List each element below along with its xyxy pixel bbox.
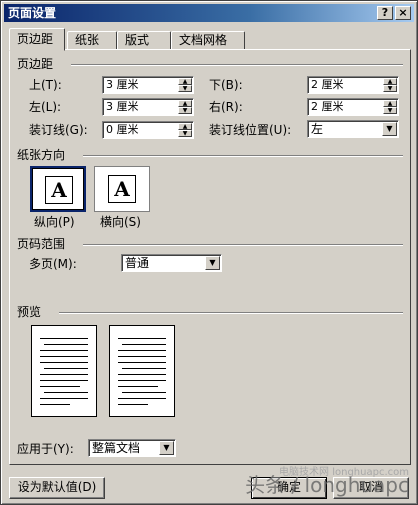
left-margin-input[interactable]: 3 厘米 ▲ ▼	[102, 98, 194, 116]
right-margin-input[interactable]: 2 厘米 ▲ ▼	[307, 98, 399, 116]
spin-up-icon[interactable]: ▲	[383, 78, 397, 85]
window-title: 页面设置	[8, 6, 57, 20]
spin-up-icon[interactable]: ▲	[178, 78, 192, 85]
gutter-position-value: 左	[311, 122, 324, 136]
pages-group-label: 页码范围	[17, 237, 66, 251]
set-default-button[interactable]: 设为默认值(D)	[9, 477, 105, 499]
orientation-group-label: 纸张方向	[17, 148, 66, 162]
bottom-margin-input[interactable]: 2 厘米 ▲ ▼	[307, 76, 399, 94]
close-button[interactable]: ×	[395, 6, 411, 20]
spin-up-icon[interactable]: ▲	[178, 123, 192, 130]
preview-page-right	[109, 325, 175, 417]
landscape-option[interactable]: A	[94, 166, 150, 212]
landscape-page-icon: A	[108, 175, 136, 203]
gutter-value: 0 厘米	[106, 123, 139, 136]
gutter-label: 装订线(G):	[29, 123, 88, 137]
spin-down-icon[interactable]: ▼	[178, 85, 192, 92]
gutter-position-select[interactable]: 左 ▼	[307, 120, 399, 138]
spin-up-icon[interactable]: ▲	[383, 100, 397, 107]
chevron-down-icon[interactable]: ▼	[382, 122, 397, 136]
help-button[interactable]: ?	[377, 6, 393, 20]
top-margin-label: 上(T):	[29, 78, 62, 92]
portrait-label[interactable]: 纵向(P)	[34, 215, 75, 229]
page-setup-dialog: 页面设置 ? × 页边距 纸张 版式 文档网格 页边距 上(T): 3 厘米 ▲…	[0, 0, 418, 505]
bottom-margin-label: 下(B):	[209, 78, 243, 92]
preview-page-left	[31, 325, 97, 417]
portrait-option[interactable]: A	[30, 166, 86, 212]
top-margin-input[interactable]: 3 厘米 ▲ ▼	[102, 76, 194, 94]
spin-down-icon[interactable]: ▼	[178, 107, 192, 114]
bottom-margin-value: 2 厘米	[311, 78, 344, 91]
tab-paper[interactable]: 纸张	[67, 31, 117, 50]
watermark: 头条 / longhuapc	[245, 473, 409, 497]
separator	[83, 155, 403, 157]
left-margin-label: 左(L):	[29, 100, 62, 114]
multiple-pages-value: 普通	[125, 256, 150, 270]
gutter-input[interactable]: 0 厘米 ▲ ▼	[102, 121, 194, 139]
gutter-position-label: 装订线位置(U):	[209, 123, 292, 137]
preview-group-label: 预览	[17, 305, 42, 319]
separator	[59, 312, 403, 314]
chevron-down-icon[interactable]: ▼	[159, 441, 174, 455]
separator	[83, 244, 403, 246]
spin-down-icon[interactable]: ▼	[383, 107, 397, 114]
top-margin-value: 3 厘米	[106, 78, 139, 91]
multiple-pages-select[interactable]: 普通 ▼	[121, 254, 222, 272]
portrait-page-icon: A	[45, 176, 73, 204]
multiple-pages-label: 多页(M):	[29, 257, 77, 271]
apply-to-value: 整篇文档	[92, 441, 141, 455]
chevron-down-icon[interactable]: ▼	[205, 256, 220, 270]
landscape-label[interactable]: 横向(S)	[100, 215, 141, 229]
separator	[71, 64, 403, 66]
spin-down-icon[interactable]: ▼	[178, 130, 192, 137]
right-margin-label: 右(R):	[209, 100, 243, 114]
spin-down-icon[interactable]: ▼	[383, 85, 397, 92]
left-margin-value: 3 厘米	[106, 100, 139, 113]
apply-to-label: 应用于(Y):	[17, 442, 74, 456]
margins-group-label: 页边距	[17, 57, 54, 71]
apply-to-select[interactable]: 整篇文档 ▼	[88, 439, 176, 457]
tab-layout[interactable]: 版式	[117, 31, 171, 50]
title-bar[interactable]: 页面设置 ? ×	[4, 4, 414, 22]
spin-up-icon[interactable]: ▲	[178, 100, 192, 107]
tab-margins[interactable]: 页边距	[9, 28, 65, 51]
right-margin-value: 2 厘米	[311, 100, 344, 113]
tab-document-grid[interactable]: 文档网格	[171, 31, 245, 50]
